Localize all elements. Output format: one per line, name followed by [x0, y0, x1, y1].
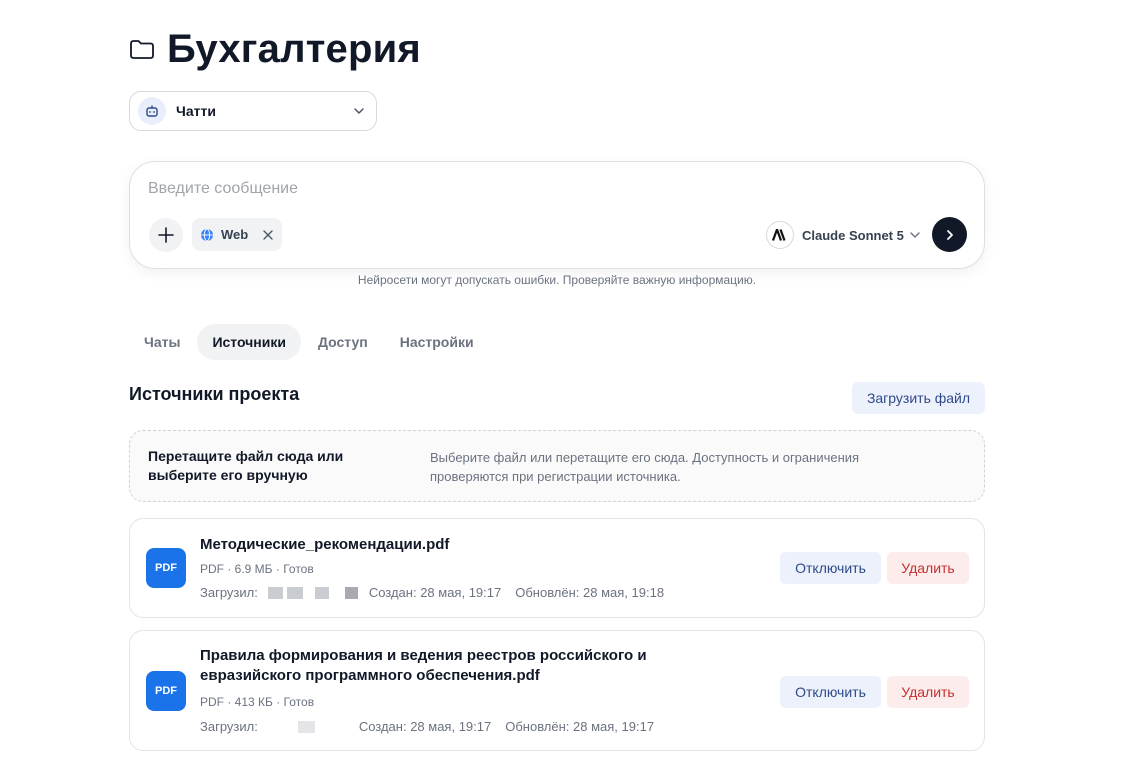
page-title: Бухгалтерия [167, 27, 421, 71]
updated-date: Обновлён: 28 мая, 19:18 [515, 585, 665, 600]
model-select[interactable]: Claude Sonnet 5 [766, 219, 921, 251]
page-header: Бухгалтерия [129, 26, 421, 72]
add-attachment-button[interactable] [149, 218, 183, 252]
file-info: Загрузил: Создан: 28 мая, 19:17 Обновлён… [200, 585, 664, 600]
created-date: Создан: 28 мая, 19:17 [368, 585, 502, 600]
file-name: Методические_рекомендации.pdf [200, 536, 450, 553]
uploaded-by-label: Загрузил: [200, 719, 258, 734]
redacted-name [314, 586, 329, 599]
file-meta: PDF · 6.9 МБ · Готов [200, 562, 314, 576]
plus-icon [158, 227, 174, 243]
close-icon[interactable] [262, 229, 274, 241]
chevron-down-icon [352, 104, 366, 118]
agent-select[interactable]: Чатти [129, 91, 377, 131]
tab-settings[interactable]: Настройки [385, 324, 489, 360]
disable-source-button[interactable]: Отключить [780, 676, 881, 708]
tab-sources[interactable]: Источники [197, 324, 301, 360]
sources-title: Источники проекта [129, 384, 300, 404]
redacted-name [286, 586, 303, 599]
redacted-name [267, 586, 283, 599]
redacted-name [344, 586, 358, 599]
anthropic-logo-icon [766, 221, 794, 249]
uploaded-by-label: Загрузил: [200, 585, 258, 600]
message-input[interactable] [148, 180, 948, 198]
agent-name: Чатти [176, 103, 216, 119]
project-tabs: Чаты Источники Доступ Настройки [129, 324, 491, 360]
delete-source-button[interactable]: Удалить [887, 676, 969, 708]
file-card: PDF Правила формирования и ведения реест… [129, 630, 985, 751]
file-dropzone[interactable]: Перетащите файл сюда или выберите его вр… [129, 430, 985, 502]
robot-icon [138, 97, 166, 125]
pdf-file-icon: PDF [146, 548, 186, 588]
tab-access[interactable]: Доступ [303, 324, 383, 360]
created-date: Создан: 28 мая, 19:17 [358, 719, 492, 734]
tab-chats[interactable]: Чаты [129, 324, 195, 360]
folder-icon [129, 36, 155, 62]
pdf-file-icon: PDF [146, 671, 186, 711]
file-card: PDF Методические_рекомендации.pdf PDF · … [129, 518, 985, 618]
dropzone-description: Выберите файл или перетащите его сюда. Д… [430, 450, 860, 484]
disclaimer-text: Нейросети могут допускать ошибки. Провер… [357, 273, 757, 287]
message-composer: Web Claude Sonnet 5 [129, 161, 985, 269]
file-meta: PDF · 413 КБ · Готов [200, 695, 315, 709]
upload-file-button[interactable]: Загрузить файл [852, 382, 985, 414]
web-search-chip[interactable]: Web [192, 218, 282, 251]
web-chip-label: Web [221, 227, 249, 242]
globe-icon [200, 228, 214, 242]
updated-date: Обновлён: 28 мая, 19:17 [505, 719, 655, 734]
file-info: Загрузил: Создан: 28 мая, 19:17 Обновлён… [200, 719, 654, 734]
chevron-down-icon [909, 229, 921, 241]
chevron-right-icon [946, 229, 953, 240]
disable-source-button[interactable]: Отключить [780, 552, 881, 584]
delete-source-button[interactable]: Удалить [887, 552, 969, 584]
dropzone-title: Перетащите файл сюда или выберите его вр… [148, 448, 344, 483]
redacted-name [297, 720, 315, 733]
send-button[interactable] [932, 217, 967, 252]
file-name: Правила формирования и ведения реестров … [200, 647, 647, 684]
model-name: Claude Sonnet 5 [802, 227, 904, 243]
